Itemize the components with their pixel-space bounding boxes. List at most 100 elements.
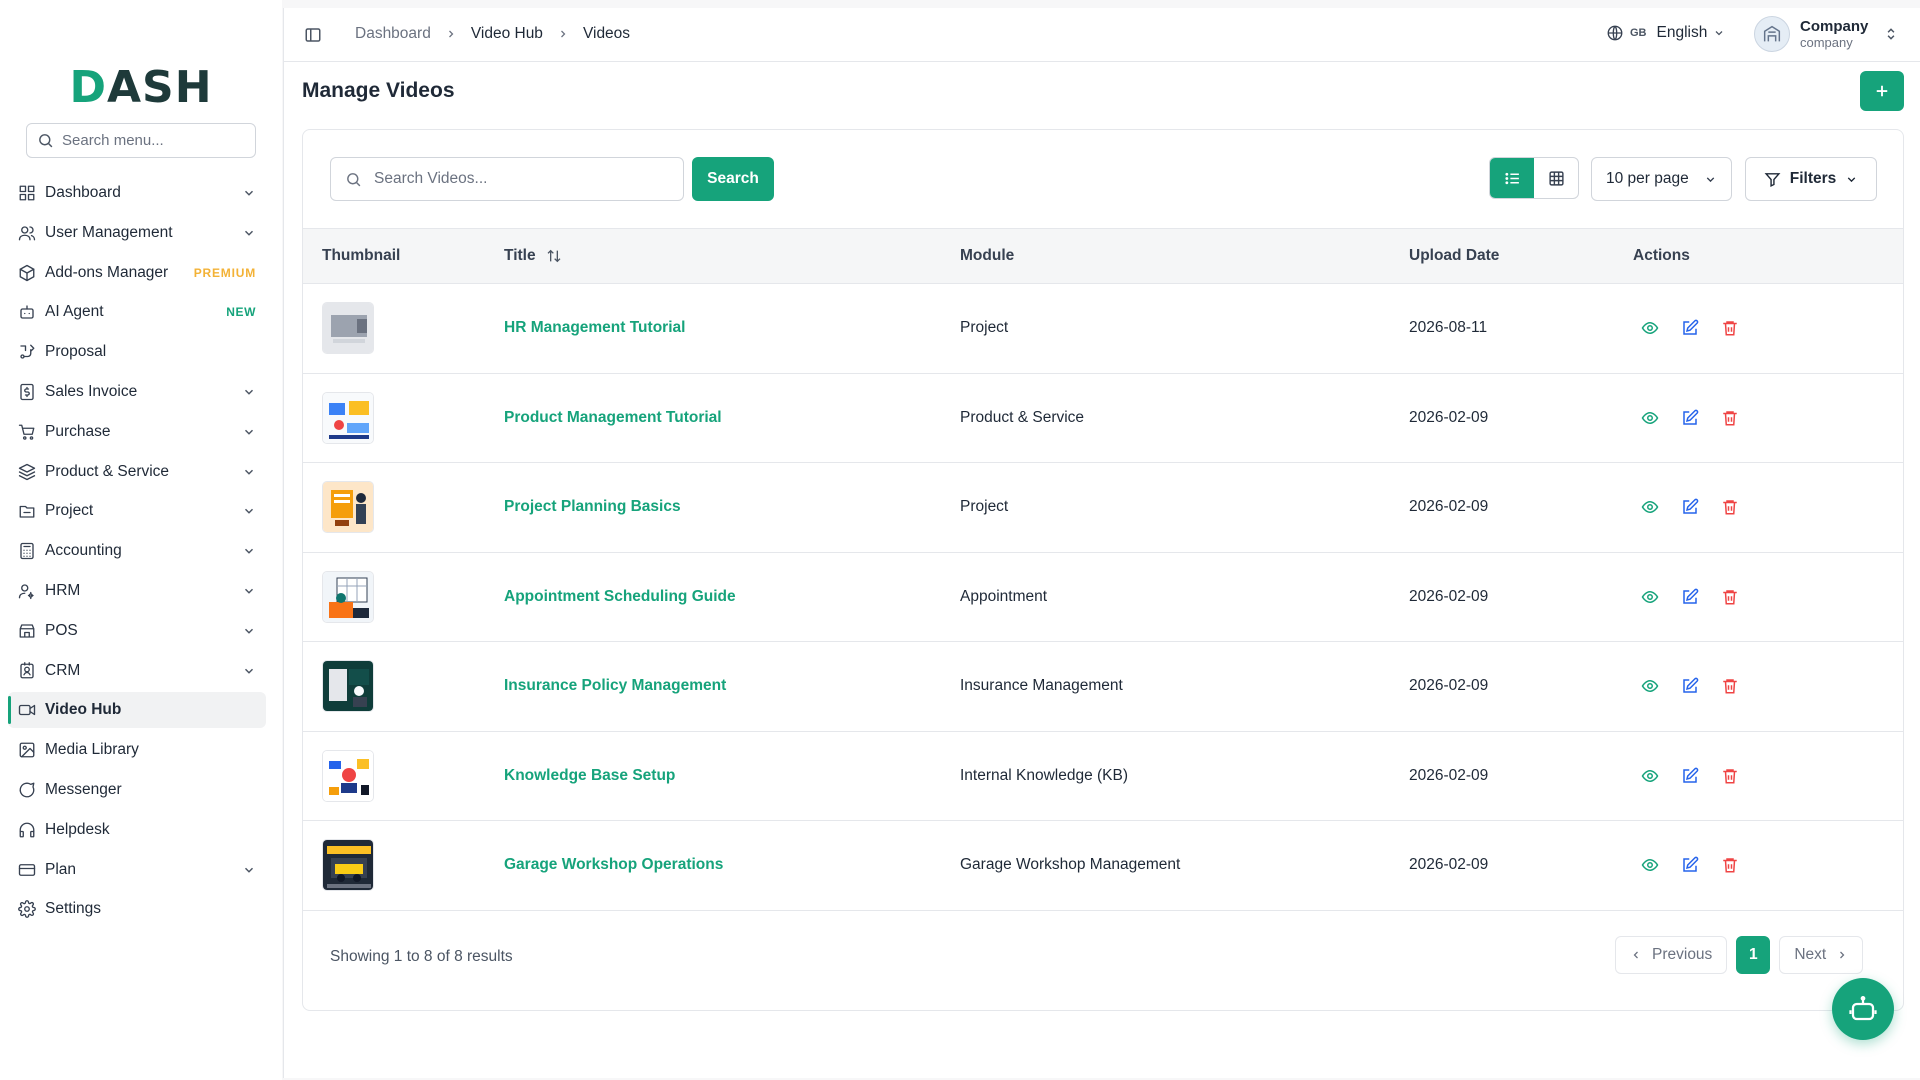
eye-icon[interactable]	[1641, 319, 1659, 337]
video-title-link[interactable]: HR Management Tutorial	[504, 319, 685, 336]
video-title-link[interactable]: Project Planning Basics	[504, 498, 681, 515]
sidebar-item-video-hub[interactable]: Video Hub	[8, 692, 266, 729]
sidebar-item-purchase[interactable]: Purchase	[8, 414, 266, 450]
eye-icon[interactable]	[1641, 856, 1659, 874]
eye-icon[interactable]	[1641, 767, 1659, 785]
globe-icon	[1607, 25, 1623, 41]
video-title-link[interactable]: Knowledge Base Setup	[504, 767, 675, 784]
video-title-link[interactable]: Appointment Scheduling Guide	[504, 588, 736, 605]
folder-icon	[19, 506, 35, 519]
sidebar-item-label: Proposal	[45, 343, 107, 361]
sidebar-item-label: HRM	[45, 581, 81, 599]
column-module: Module	[960, 228, 1409, 284]
language-selector[interactable]: GB English	[1606, 24, 1725, 42]
edit-icon[interactable]	[1681, 677, 1699, 695]
sidebar-toggle-icon[interactable]	[304, 26, 322, 44]
column-title[interactable]: Title	[504, 228, 960, 284]
logo[interactable]: DASH	[0, 62, 282, 113]
sidebar-item-settings[interactable]: Settings	[8, 891, 266, 927]
previous-button[interactable]: Previous	[1615, 936, 1728, 974]
sidebar-item-sales-invoice[interactable]: Sales Invoice	[8, 374, 266, 410]
sidebar-item-label: Project	[45, 502, 94, 520]
video-title-link[interactable]: Insurance Policy Management	[504, 677, 726, 694]
sidebar-item-ai-agent[interactable]: AI Agent NEW	[8, 294, 266, 330]
next-button[interactable]: Next	[1779, 936, 1864, 974]
user-menu[interactable]: Company company	[1754, 16, 1898, 52]
video-title-link[interactable]: Product Management Tutorial	[504, 409, 722, 426]
menu-search-input[interactable]	[62, 132, 242, 149]
video-search-input[interactable]	[374, 170, 674, 188]
sidebar-item-messenger[interactable]: Messenger	[8, 772, 266, 808]
sort-icon[interactable]	[546, 248, 562, 264]
video-title-link[interactable]: Garage Workshop Operations	[504, 856, 723, 873]
sidebar-item-product-service[interactable]: Product & Service	[8, 454, 266, 490]
table-row: Product Management Tutorial Product & Ser…	[303, 373, 1903, 463]
bot-icon	[20, 305, 34, 320]
sidebar-item-add-ons-manager[interactable]: Add-ons Manager PREMIUM	[8, 255, 266, 291]
edit-icon[interactable]	[1681, 767, 1699, 785]
video-upload-date: 2026-08-11	[1409, 319, 1488, 337]
ai-assistant-button[interactable]	[1832, 978, 1894, 1040]
per-page-select[interactable]: 10 per page	[1591, 157, 1732, 201]
trash-icon[interactable]	[1721, 767, 1739, 785]
user-role: company	[1800, 35, 1853, 50]
sidebar-item-crm[interactable]: CRM	[8, 653, 266, 689]
contact-icon	[20, 661, 34, 678]
edit-icon[interactable]	[1681, 498, 1699, 516]
trash-icon[interactable]	[1721, 409, 1739, 427]
trash-icon[interactable]	[1721, 856, 1739, 874]
video-thumbnail[interactable]	[322, 839, 374, 892]
search-button[interactable]: Search	[692, 157, 774, 201]
trash-icon[interactable]	[1721, 677, 1739, 695]
eye-icon[interactable]	[1641, 498, 1659, 516]
filters-button[interactable]: Filters	[1745, 157, 1877, 201]
sidebar-item-helpdesk[interactable]: Helpdesk	[8, 812, 266, 848]
edit-icon[interactable]	[1681, 319, 1699, 337]
video-thumbnail[interactable]	[322, 570, 374, 623]
sidebar-item-hrm[interactable]: HRM	[8, 573, 266, 609]
package-icon	[19, 264, 35, 281]
page-1-button[interactable]: 1	[1736, 936, 1771, 974]
chevron-right-icon	[448, 30, 454, 38]
video-upload-date: 2026-02-09	[1409, 498, 1489, 516]
eye-icon[interactable]	[1641, 409, 1659, 427]
video-upload-date: 2026-02-09	[1409, 408, 1489, 426]
menu-search[interactable]	[26, 123, 256, 158]
grid-view-button[interactable]	[1534, 158, 1578, 198]
sidebar-item-label: Product & Service	[45, 462, 170, 480]
video-thumbnail[interactable]	[322, 391, 374, 444]
sidebar-item-project[interactable]: Project	[8, 493, 266, 529]
trash-icon[interactable]	[1721, 498, 1739, 516]
trash-icon[interactable]	[1721, 588, 1739, 606]
video-module: Internal Knowledge (KB)	[960, 766, 1129, 784]
edit-icon[interactable]	[1681, 409, 1699, 427]
add-video-button[interactable]	[1860, 71, 1904, 111]
sidebar-item-proposal[interactable]: Proposal	[8, 334, 266, 370]
video-thumbnail[interactable]	[322, 481, 374, 534]
breadcrumb-video-hub[interactable]: Video Hub	[471, 25, 543, 43]
eye-icon[interactable]	[1641, 588, 1659, 606]
row-actions	[1633, 588, 1903, 606]
sidebar-menu: Dashboard User Management Add-ons Manager P…	[8, 175, 266, 931]
sidebar-item-dashboard[interactable]: Dashboard	[8, 175, 266, 211]
video-thumbnail[interactable]	[322, 660, 374, 713]
edit-icon[interactable]	[1681, 588, 1699, 606]
sidebar-item-media-library[interactable]: Media Library	[8, 732, 266, 768]
sidebar-item-accounting[interactable]: Accounting	[8, 533, 266, 569]
language-code: GB	[1630, 27, 1647, 39]
video-thumbnail[interactable]	[322, 749, 374, 802]
store-icon	[19, 624, 35, 638]
sidebar-item-pos[interactable]: POS	[8, 613, 266, 649]
table-row: Knowledge Base Setup Internal Knowledge (…	[303, 731, 1903, 821]
breadcrumb-dashboard[interactable]: Dashboard	[355, 25, 431, 43]
trash-icon[interactable]	[1721, 319, 1739, 337]
list-view-button[interactable]	[1490, 158, 1534, 198]
column-thumbnail: Thumbnail	[303, 228, 504, 284]
sidebar-item-label: Dashboard	[45, 184, 121, 201]
video-search[interactable]	[330, 157, 684, 201]
sidebar-item-user-management[interactable]: User Management	[8, 215, 266, 251]
sidebar-item-plan[interactable]: Plan	[8, 852, 266, 888]
edit-icon[interactable]	[1681, 856, 1699, 874]
eye-icon[interactable]	[1641, 677, 1659, 695]
video-thumbnail[interactable]	[322, 302, 374, 355]
